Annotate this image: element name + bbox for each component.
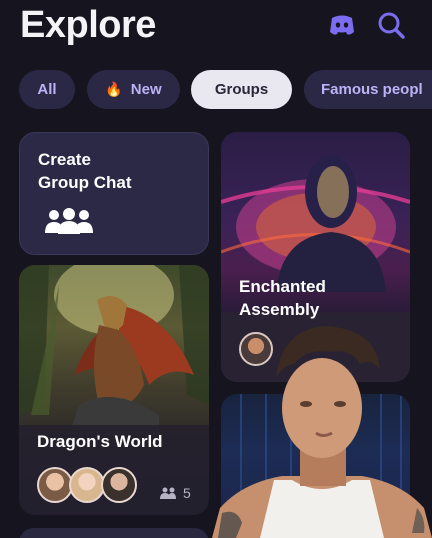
- character-overlay-image: [212, 326, 432, 538]
- chip-label: Groups: [214, 81, 269, 98]
- chip-groups[interactable]: Groups: [191, 70, 292, 109]
- card-label-line2: Group Chat: [38, 173, 132, 192]
- chip-label: All: [37, 81, 57, 98]
- card-label: Create Group Chat: [38, 148, 132, 194]
- fire-icon: 🔥: [105, 81, 123, 97]
- group-card[interactable]: [19, 528, 209, 538]
- search-icon[interactable]: [376, 10, 406, 40]
- avatar: [101, 467, 137, 503]
- avatar: [37, 467, 73, 503]
- people-icon: [160, 487, 176, 499]
- chip-famous-people[interactable]: Famous peopl: [304, 70, 432, 109]
- member-avatars: [37, 467, 147, 503]
- header: Explore: [0, 0, 432, 60]
- member-count: 5: [159, 485, 191, 501]
- chip-label: New: [130, 81, 162, 98]
- card-title: Dragon's World: [37, 432, 163, 451]
- member-count-value: 5: [183, 485, 191, 501]
- card-title-line1: Enchanted: [239, 277, 326, 296]
- people-icon: [45, 208, 93, 234]
- filter-chips: All 🔥 New Groups Famous peopl: [0, 70, 432, 110]
- discord-icon[interactable]: [327, 10, 357, 40]
- card-label-line1: Create: [38, 150, 91, 169]
- chip-new[interactable]: 🔥 New: [87, 70, 180, 109]
- chip-label: Famous peopl: [321, 81, 423, 98]
- create-group-chat-card[interactable]: Create Group Chat: [19, 132, 209, 255]
- page-title: Explore: [20, 4, 156, 46]
- avatar: [69, 467, 105, 503]
- dragons-world-card[interactable]: Dragon's World 5: [19, 265, 209, 515]
- chip-all[interactable]: All: [19, 70, 75, 109]
